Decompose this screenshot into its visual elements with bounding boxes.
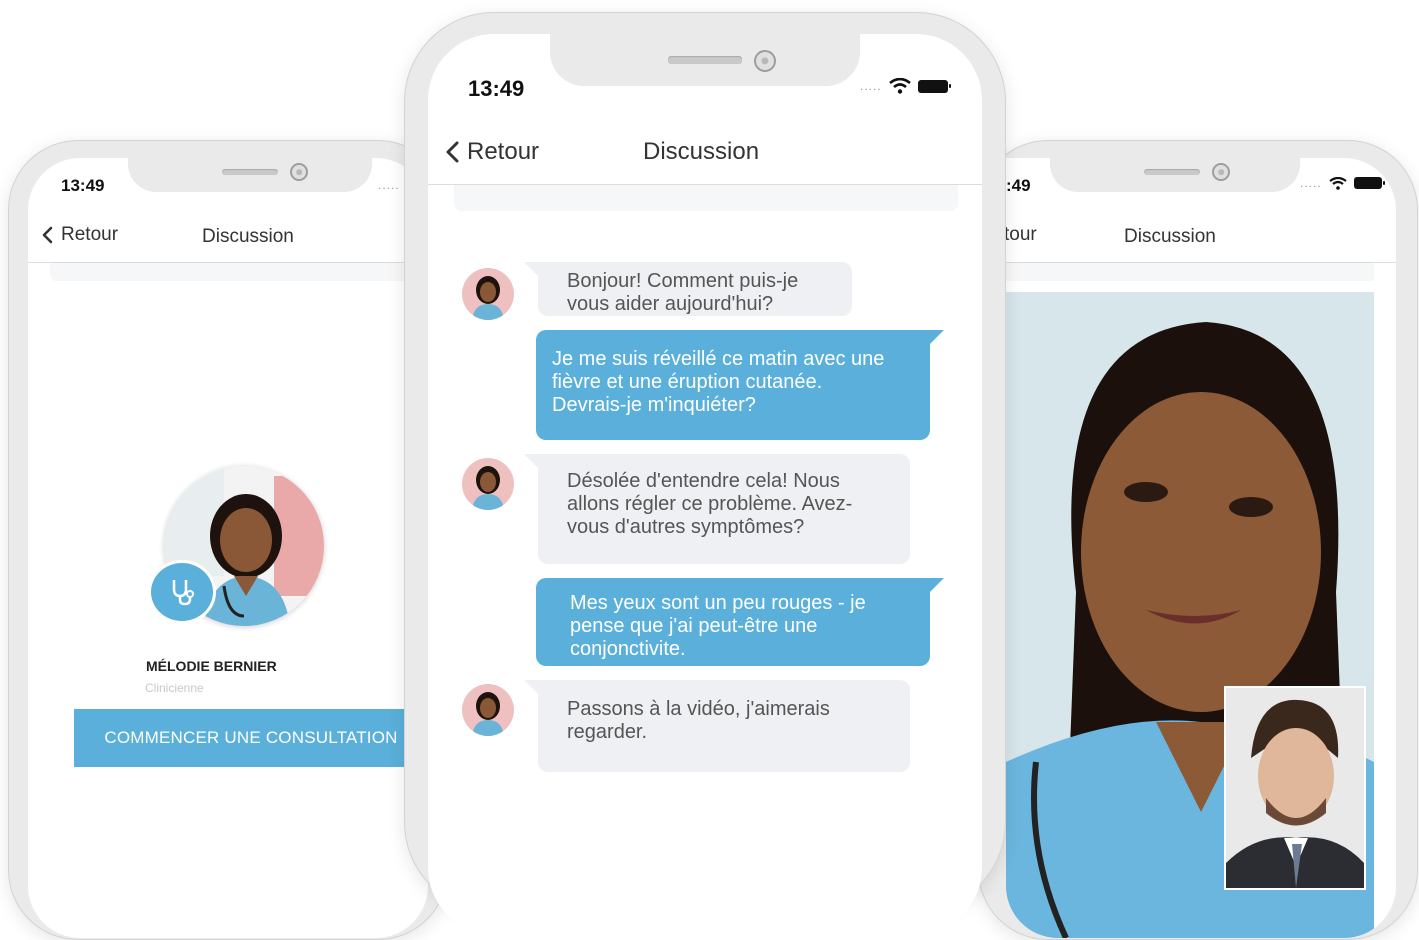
back-button[interactable]: tour xyxy=(1006,224,1037,246)
signal-dots: ..... xyxy=(1300,176,1322,190)
message-bubble-doctor: Désolée d'entendre cela! Nous allons rég… xyxy=(524,454,910,564)
doctor-avatar xyxy=(462,684,514,736)
message-bubble-patient: Mes yeux sont un peu rouges - je pense q… xyxy=(536,578,944,666)
status-time: 13:49 xyxy=(468,76,525,101)
message-bubble-doctor: Bonjour! Comment puis-je vous aider aujo… xyxy=(524,262,852,316)
back-label: Retour xyxy=(61,224,119,245)
status-icons: ..... xyxy=(378,178,400,192)
doctor-role: Clinicienne xyxy=(145,681,204,695)
camera-icon xyxy=(290,163,308,181)
page-title: Discussion xyxy=(202,226,294,247)
wifi-icon xyxy=(888,78,911,94)
status-icons: ..... xyxy=(860,78,951,94)
message-text: Passons à la vidéo, j'aimerais regarder. xyxy=(567,698,830,743)
page-title: Discussion xyxy=(1124,226,1216,247)
stethoscope-badge xyxy=(148,560,216,624)
start-consultation-button[interactable]: COMMENCER UNE CONSULTATION xyxy=(74,709,428,767)
nav-shadow-strip xyxy=(1006,263,1374,281)
center-phone: 13:49 ..... Retour Discussion Bonjour! C… xyxy=(404,12,1006,934)
message-text: Je me suis réveillé ce matin avec une fi… xyxy=(552,348,885,416)
chevron-left-icon xyxy=(446,141,459,163)
status-time: :49 xyxy=(1006,176,1031,195)
camera-icon xyxy=(754,50,776,72)
nav-shadow-strip xyxy=(50,263,428,281)
signal-dots: ..... xyxy=(378,178,400,192)
left-phone-screen: 13:49 ..... Retour Discussion MÉLODIE BE… xyxy=(28,158,428,938)
message-text: Mes yeux sont un peu rouges - je pense q… xyxy=(570,592,866,660)
back-button[interactable]: Retour xyxy=(42,224,118,246)
status-icons: ..... xyxy=(1300,176,1385,190)
right-phone-screen: :49 ..... tour Discussion xyxy=(1006,158,1396,938)
wifi-icon xyxy=(1329,176,1347,190)
doctor-name: MÉLODIE BERNIER xyxy=(146,658,277,674)
stethoscope-icon xyxy=(172,580,194,606)
right-phone: :49 ..... tour Discussion xyxy=(978,140,1418,940)
back-label: tour xyxy=(1006,224,1037,245)
center-phone-screen: 13:49 ..... Retour Discussion Bonjour! C… xyxy=(428,34,982,934)
message-bubble-doctor: Passons à la vidéo, j'aimerais regarder. xyxy=(524,680,910,772)
message-text: Désolée d'entendre cela! Nous allons rég… xyxy=(567,470,853,538)
doctor-avatar xyxy=(462,268,514,320)
nav-shadow-strip xyxy=(454,185,958,211)
notch xyxy=(128,158,372,192)
back-button[interactable]: Retour xyxy=(446,138,539,166)
signal-dots: ..... xyxy=(860,79,882,93)
status-time: 13:49 xyxy=(61,176,105,195)
camera-icon xyxy=(1212,163,1230,181)
notch xyxy=(1050,158,1300,192)
message-bubble-patient: Je me suis réveillé ce matin avec une fi… xyxy=(536,330,944,440)
doctor-avatar xyxy=(462,458,514,510)
speaker-icon xyxy=(668,56,742,64)
speaker-icon xyxy=(1144,169,1200,175)
video-feed-patient xyxy=(1224,686,1366,890)
patient-video-portrait xyxy=(1226,688,1364,888)
page-title: Discussion xyxy=(643,138,760,165)
message-text: Bonjour! Comment puis-je vous aider aujo… xyxy=(567,270,799,315)
left-phone: 13:49 ..... Retour Discussion MÉLODIE BE… xyxy=(8,140,448,940)
battery-icon xyxy=(1353,177,1385,189)
battery-icon xyxy=(917,79,951,93)
back-label: Retour xyxy=(467,138,540,165)
speaker-icon xyxy=(222,169,278,175)
chevron-left-icon xyxy=(42,226,53,244)
